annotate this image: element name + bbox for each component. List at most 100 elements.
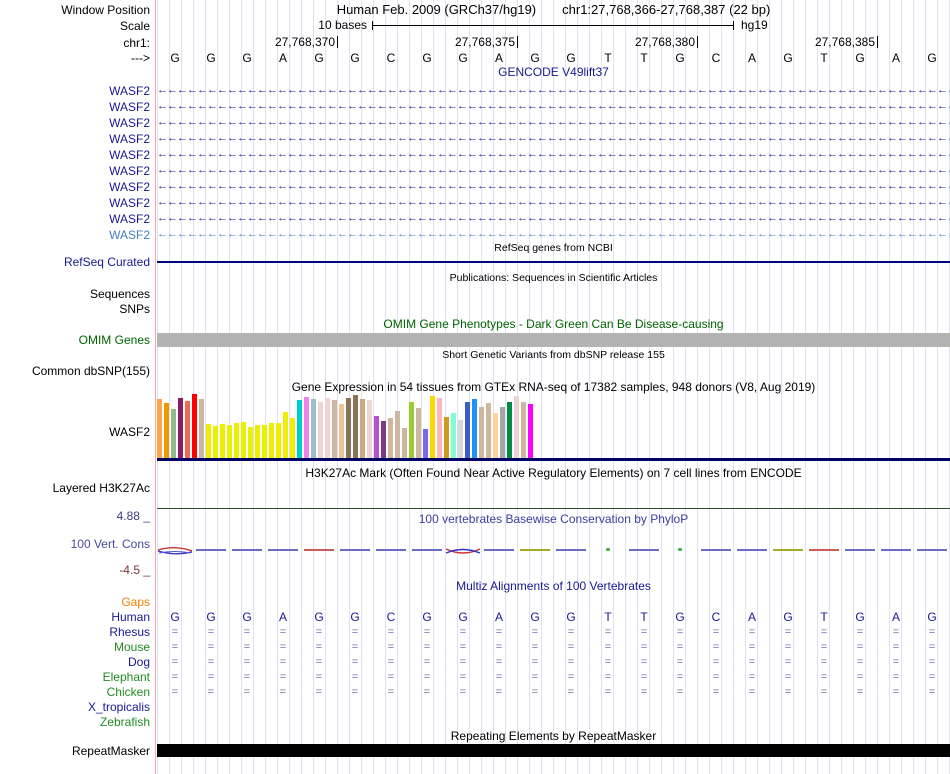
- gtex-bar[interactable]: [381, 421, 386, 458]
- multiz-species-label[interactable]: Dog: [0, 655, 150, 669]
- multiz-species-label[interactable]: Elephant: [0, 670, 150, 684]
- gtex-bar[interactable]: [220, 424, 225, 458]
- gtex-bar[interactable]: [367, 400, 372, 458]
- gtex-bar[interactable]: [339, 404, 344, 458]
- gtex-bar[interactable]: [269, 423, 274, 458]
- repeatmasker-bar[interactable]: [157, 744, 950, 757]
- publications-snps-label[interactable]: SNPs: [0, 302, 150, 316]
- phylop-mark[interactable]: [268, 549, 298, 551]
- phylop-mark[interactable]: [484, 549, 514, 551]
- publications-sequences-label[interactable]: Sequences: [0, 287, 150, 301]
- gtex-bar[interactable]: [241, 422, 246, 458]
- gtex-bar[interactable]: [500, 407, 505, 458]
- gtex-bar[interactable]: [521, 402, 526, 458]
- gene-label-wasf2[interactable]: WASF2: [0, 132, 150, 146]
- phylop-mark[interactable]: [556, 549, 586, 551]
- gtex-bar[interactable]: [262, 425, 267, 458]
- multiz-species-label[interactable]: Zebrafish: [0, 715, 150, 729]
- gtex-bar[interactable]: [353, 395, 358, 458]
- gtex-bar[interactable]: [451, 413, 456, 458]
- phylop-mark[interactable]: [304, 549, 334, 551]
- gtex-bar[interactable]: [416, 408, 421, 458]
- gtex-bar[interactable]: [255, 425, 260, 458]
- phylop-mark[interactable]: [809, 549, 839, 551]
- phylop-mark[interactable]: [606, 548, 610, 551]
- phylop-mark[interactable]: [629, 549, 659, 551]
- gtex-bar[interactable]: [185, 401, 190, 458]
- gtex-bar[interactable]: [171, 409, 176, 458]
- gtex-bar[interactable]: [360, 399, 365, 458]
- phylop-mark[interactable]: [917, 549, 947, 551]
- gtex-bar[interactable]: [486, 403, 491, 458]
- gtex-bar[interactable]: [290, 418, 295, 458]
- gene-transcript-row[interactable]: ←←←←←←←←←←←←←←←←←←←←←←←←←←←←←←←←←←←←←←←←…: [157, 196, 950, 210]
- gene-label-wasf2[interactable]: WASF2: [0, 84, 150, 98]
- phylop-mark[interactable]: [701, 549, 731, 551]
- gtex-bar[interactable]: [164, 403, 169, 458]
- phylop-mark[interactable]: [845, 549, 875, 551]
- phylop-squiggle[interactable]: [445, 544, 481, 556]
- gtex-bar[interactable]: [395, 411, 400, 458]
- multiz-species-label[interactable]: X_tropicalis: [0, 700, 150, 714]
- gtex-bar[interactable]: [199, 399, 204, 458]
- phylop-squiggle[interactable]: [157, 544, 193, 556]
- gtex-bar[interactable]: [304, 397, 309, 458]
- gtex-bar[interactable]: [465, 402, 470, 458]
- gtex-bar[interactable]: [479, 407, 484, 458]
- gtex-bar[interactable]: [297, 400, 302, 458]
- refseq-curated-line[interactable]: [157, 261, 950, 263]
- phylop-mark[interactable]: [376, 549, 406, 551]
- gene-transcript-row[interactable]: ←←←←←←←←←←←←←←←←←←←←←←←←←←←←←←←←←←←←←←←←…: [157, 228, 950, 242]
- gtex-bar[interactable]: [325, 398, 330, 458]
- repeatmasker-label[interactable]: RepeatMasker: [0, 744, 150, 758]
- phylop-mark[interactable]: [773, 549, 803, 551]
- phylop-mark[interactable]: [340, 549, 370, 551]
- gtex-bar[interactable]: [423, 429, 428, 458]
- multiz-species-label[interactable]: Human: [0, 610, 150, 624]
- gtex-bar[interactable]: [276, 423, 281, 458]
- h3k27ac-baseline[interactable]: [157, 508, 950, 509]
- gene-label-wasf2[interactable]: WASF2: [0, 212, 150, 226]
- gtex-bar[interactable]: [332, 400, 337, 458]
- gene-label-wasf2[interactable]: WASF2: [0, 100, 150, 114]
- gtex-bar[interactable]: [234, 423, 239, 458]
- gtex-bar[interactable]: [227, 425, 232, 458]
- multiz-species-label[interactable]: Chicken: [0, 685, 150, 699]
- dbsnp-label[interactable]: Common dbSNP(155): [0, 364, 150, 378]
- gtex-bar[interactable]: [157, 399, 162, 458]
- phylop-mark[interactable]: [737, 549, 767, 551]
- gtex-bar[interactable]: [437, 398, 442, 458]
- multiz-species-label[interactable]: Gaps: [0, 595, 150, 609]
- gtex-bar[interactable]: [409, 402, 414, 458]
- gene-label-wasf2[interactable]: WASF2: [0, 164, 150, 178]
- gene-transcript-row[interactable]: ←←←←←←←←←←←←←←←←←←←←←←←←←←←←←←←←←←←←←←←←…: [157, 100, 950, 114]
- gtex-bar[interactable]: [458, 420, 463, 458]
- gtex-bar[interactable]: [248, 427, 253, 458]
- phylop-mark[interactable]: [412, 549, 442, 551]
- gtex-gene-label[interactable]: WASF2: [0, 425, 150, 439]
- gene-transcript-row[interactable]: ←←←←←←←←←←←←←←←←←←←←←←←←←←←←←←←←←←←←←←←←…: [157, 116, 950, 130]
- gtex-bar[interactable]: [206, 424, 211, 458]
- phylop-mark[interactable]: [881, 549, 911, 551]
- gtex-bar[interactable]: [318, 402, 323, 458]
- gtex-bar[interactable]: [493, 413, 498, 458]
- gtex-bar[interactable]: [178, 398, 183, 458]
- gene-label-wasf2[interactable]: WASF2: [0, 196, 150, 210]
- gene-transcript-row[interactable]: ←←←←←←←←←←←←←←←←←←←←←←←←←←←←←←←←←←←←←←←←…: [157, 132, 950, 146]
- gtex-bar[interactable]: [514, 396, 519, 458]
- gene-transcript-row[interactable]: ←←←←←←←←←←←←←←←←←←←←←←←←←←←←←←←←←←←←←←←←…: [157, 84, 950, 98]
- phylop-mark[interactable]: [232, 549, 262, 551]
- gene-label-wasf2[interactable]: WASF2: [0, 180, 150, 194]
- gtex-bar[interactable]: [346, 398, 351, 458]
- gene-transcript-row[interactable]: ←←←←←←←←←←←←←←←←←←←←←←←←←←←←←←←←←←←←←←←←…: [157, 212, 950, 226]
- gtex-bar[interactable]: [192, 394, 197, 458]
- gene-transcript-row[interactable]: ←←←←←←←←←←←←←←←←←←←←←←←←←←←←←←←←←←←←←←←←…: [157, 164, 950, 178]
- refseq-curated-label[interactable]: RefSeq Curated: [0, 255, 150, 269]
- gtex-bar[interactable]: [528, 404, 533, 458]
- omim-genes-label[interactable]: OMIM Genes: [0, 333, 150, 347]
- phylop-mark[interactable]: [678, 548, 682, 551]
- gene-transcript-row[interactable]: ←←←←←←←←←←←←←←←←←←←←←←←←←←←←←←←←←←←←←←←←…: [157, 180, 950, 194]
- gtex-bar[interactable]: [374, 416, 379, 458]
- gtex-bar[interactable]: [430, 396, 435, 458]
- h3k27ac-label[interactable]: Layered H3K27Ac: [0, 481, 150, 495]
